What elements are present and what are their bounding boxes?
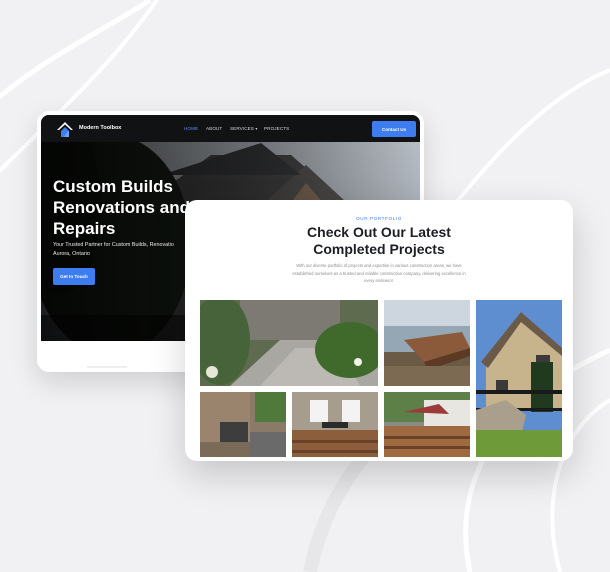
project-photo-paver-walkway[interactable] — [200, 300, 378, 386]
top-navigation-bar: Modern Toolbox HOME ABOUT SERVICES ▾ PRO… — [41, 115, 420, 142]
brand-name[interactable]: Modern Toolbox — [79, 125, 121, 131]
section-eyebrow: OUR PORTFOLIO — [356, 216, 402, 221]
project-photo-lake-dock[interactable] — [384, 300, 470, 386]
chevron-down-icon: ▾ — [255, 126, 258, 131]
nav-link-projects[interactable]: PROJECTS — [264, 126, 289, 131]
nav-link-services[interactable]: SERVICES ▾ — [230, 126, 257, 131]
get-in-touch-button[interactable]: Get In Touch — [53, 268, 95, 285]
nav-link-about[interactable]: ABOUT — [206, 126, 222, 131]
contact-us-button[interactable]: Contact Us — [372, 121, 416, 137]
project-photo-backyard-steps[interactable] — [384, 392, 470, 457]
nav-link-home[interactable]: HOME — [184, 126, 198, 131]
project-photo-patio-deck[interactable] — [292, 392, 378, 457]
house-roof-logo-icon[interactable] — [55, 119, 75, 139]
project-photo-brick-deck[interactable] — [200, 392, 286, 457]
portfolio-mockup-card: OUR PORTFOLIO Check Out Our Latest Compl… — [185, 200, 573, 461]
hero-subtitle: Your Trusted Partner for Custom Builds, … — [53, 242, 174, 257]
nav-link-services-label: SERVICES — [230, 126, 254, 131]
section-description: With our diverse portfolio of projects a… — [292, 263, 466, 283]
section-title: Check Out Our Latest Completed Projects — [307, 224, 451, 257]
project-photo-house-railing[interactable] — [476, 300, 562, 457]
below-fold-placeholder — [87, 366, 127, 368]
